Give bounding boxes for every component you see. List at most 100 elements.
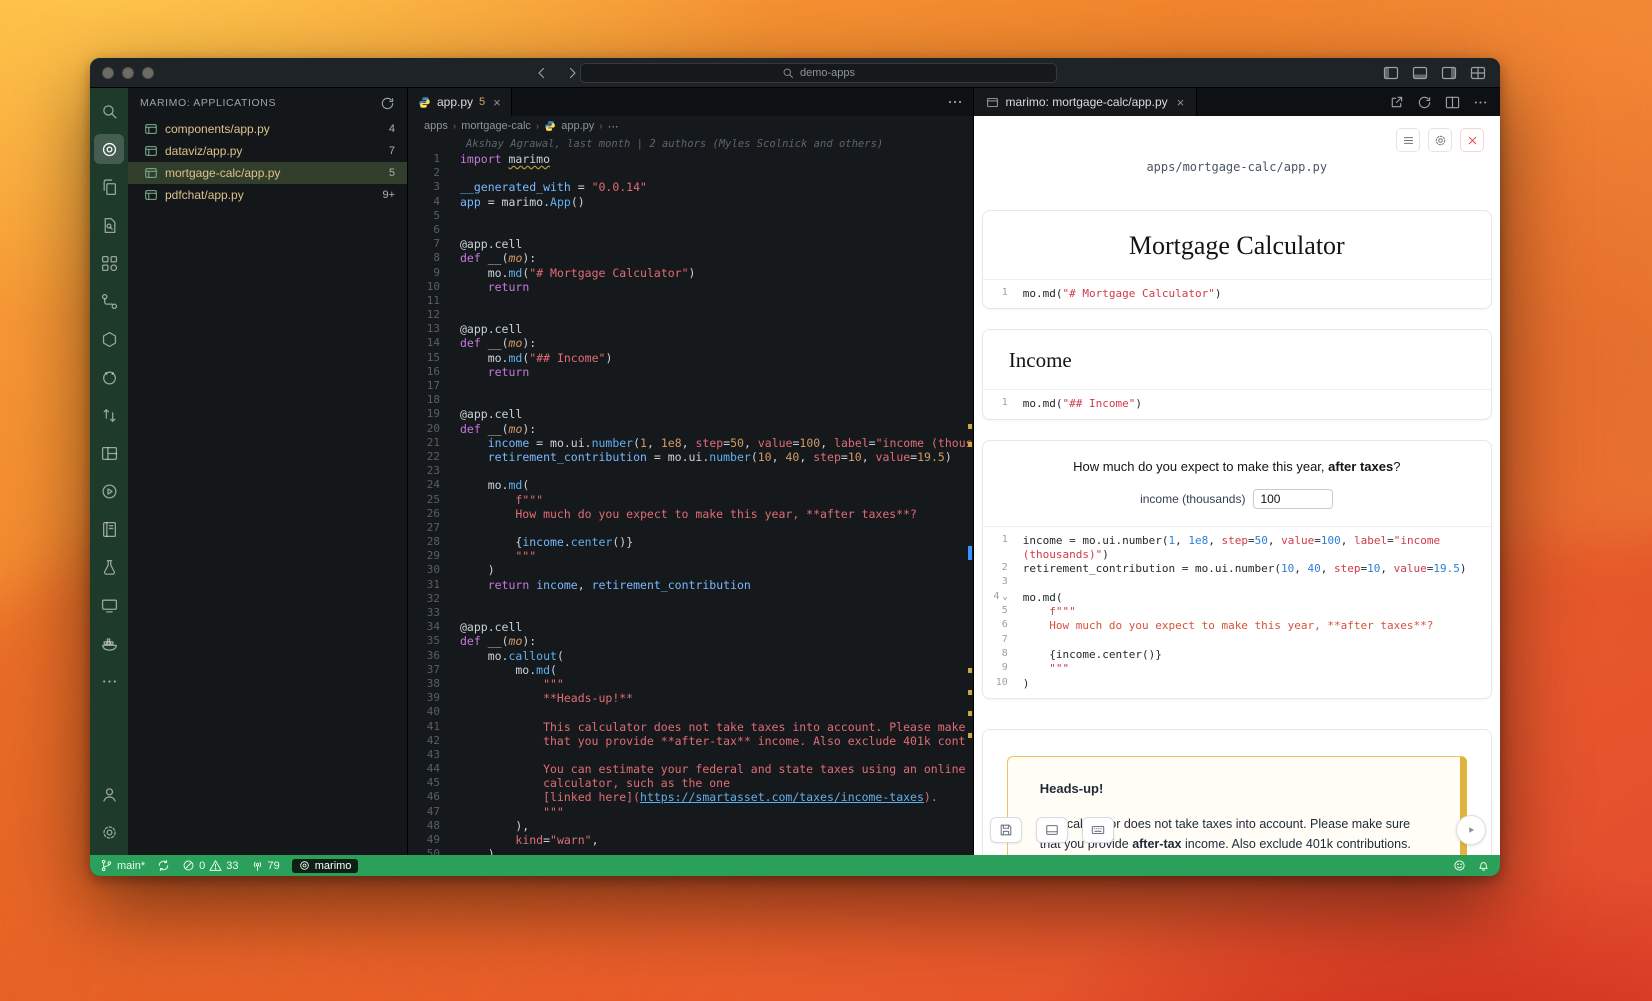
code-line[interactable]: 32 [408, 592, 973, 606]
code-line[interactable]: 44 You can estimate your federal and sta… [408, 762, 973, 776]
code-line[interactable]: 12 [408, 308, 973, 322]
code-line[interactable]: 2 [408, 166, 973, 180]
code-line[interactable]: 3__generated_with = "0.0.14" [408, 180, 973, 194]
code-line[interactable]: 14def __(mo): [408, 336, 973, 350]
code-line[interactable]: 30 ) [408, 563, 973, 577]
toggle-secondary-sidebar-icon[interactable] [1441, 65, 1457, 81]
breadcrumb-symbol[interactable]: ⋯ [608, 120, 619, 133]
code-line[interactable]: 10 return [408, 280, 973, 294]
code-line[interactable]: 20def __(mo): [408, 422, 973, 436]
sidebar-item[interactable]: mortgage-calc/app.py5 [128, 162, 407, 184]
code-line[interactable]: 50 ) [408, 847, 973, 855]
code-line[interactable]: 3 [993, 576, 1481, 590]
code-line[interactable]: 7 [993, 634, 1481, 648]
code-line[interactable]: 41 This calculator does not take taxes i… [408, 720, 973, 734]
bell-icon[interactable] [1477, 859, 1490, 872]
breadcrumb-folder[interactable]: mortgage-calc [461, 120, 531, 132]
code-line[interactable]: 42 that you provide **after-tax** income… [408, 734, 973, 748]
file-search-icon[interactable] [94, 210, 124, 240]
docker-icon[interactable] [94, 628, 124, 658]
forward-icon[interactable] [564, 65, 580, 81]
income-input[interactable] [1253, 489, 1333, 509]
ports-status[interactable]: 79 [251, 859, 280, 872]
breadcrumb-file[interactable]: app.py [561, 120, 594, 132]
keyboard-shortcuts-icon[interactable] [1082, 817, 1114, 843]
feedback-icon[interactable] [1453, 859, 1466, 872]
hexagon-icon[interactable] [94, 324, 124, 354]
code-line[interactable]: 40 [408, 705, 973, 719]
pipeline-icon[interactable] [94, 286, 124, 316]
account-icon[interactable] [94, 779, 124, 809]
zoom-window-button[interactable] [142, 67, 154, 79]
code-line[interactable]: 34@app.cell [408, 620, 973, 634]
code-line[interactable]: 23 [408, 464, 973, 478]
code-line[interactable]: 4⌄mo.md( [993, 591, 1481, 605]
code-line[interactable]: 39 **Heads-up!** [408, 691, 973, 705]
notebook-icon[interactable] [94, 514, 124, 544]
code-line[interactable]: 29 """ [408, 549, 973, 563]
code-line[interactable]: 49 kind="warn", [408, 833, 973, 847]
search-icon[interactable] [94, 96, 124, 126]
layout-icon[interactable] [94, 438, 124, 468]
code-line[interactable]: 1income = mo.ui.number(1, 1e8, step=50, … [993, 534, 1481, 548]
marimo-status-chip[interactable]: marimo [292, 859, 359, 873]
code-line[interactable]: 33 [408, 606, 973, 620]
more-actions-icon[interactable] [1473, 95, 1488, 110]
code-line[interactable]: 26 How much do you expect to make this y… [408, 507, 973, 521]
code-line[interactable]: 1mo.md("## Income") [993, 397, 1481, 411]
sidebar-item[interactable]: pdfchat/app.py9+ [128, 184, 407, 206]
open-external-icon[interactable] [1389, 95, 1404, 110]
sync-status[interactable] [157, 859, 170, 872]
save-icon[interactable] [990, 817, 1022, 843]
code-line[interactable]: (thousands)") [993, 548, 1481, 562]
tab-marimo-preview[interactable]: marimo: mortgage-calc/app.py × [974, 88, 1198, 116]
code-line[interactable]: 48 ), [408, 819, 973, 833]
menu-icon[interactable] [1396, 128, 1420, 152]
code-line[interactable]: 8 {income.center()} [993, 648, 1481, 662]
code-line[interactable]: 1import marimo [408, 152, 973, 166]
marimo-icon[interactable] [94, 134, 124, 164]
code-line[interactable]: 36 mo.callout( [408, 649, 973, 663]
code-line[interactable]: 11 [408, 294, 973, 308]
refresh-icon[interactable] [380, 96, 395, 111]
cell-code[interactable]: 1mo.md("# Mortgage Calculator") [983, 279, 1491, 308]
devices-icon[interactable] [94, 590, 124, 620]
code-line[interactable]: 47 """ [408, 805, 973, 819]
cell-code[interactable]: 1mo.md("## Income") [983, 389, 1491, 418]
back-icon[interactable] [534, 65, 550, 81]
code-line[interactable]: 35def __(mo): [408, 634, 973, 648]
code-line[interactable]: 18 [408, 393, 973, 407]
code-line[interactable]: 37 mo.md( [408, 663, 973, 677]
code-line[interactable]: 6 [408, 223, 973, 237]
code-line[interactable]: 2retirement_contribution = mo.ui.number(… [993, 562, 1481, 576]
command-center-search[interactable]: demo-apps [580, 63, 1057, 83]
sidebar-item[interactable]: components/app.py4 [128, 118, 407, 140]
close-window-button[interactable] [102, 67, 114, 79]
minimize-window-button[interactable] [122, 67, 134, 79]
cell-code[interactable]: 1income = mo.ui.number(1, 1e8, step=50, … [983, 526, 1491, 698]
code-line[interactable]: 1mo.md("# Mortgage Calculator") [993, 287, 1481, 301]
toggle-sidebar-icon[interactable] [1383, 65, 1399, 81]
code-line[interactable]: 28 {income.center()} [408, 535, 973, 549]
code-line[interactable]: 13@app.cell [408, 322, 973, 336]
github-icon[interactable] [94, 362, 124, 392]
code-line[interactable]: 43 [408, 748, 973, 762]
tab-app-py[interactable]: app.py 5 × [408, 88, 512, 116]
code-line[interactable]: 45 calculator, such as the one [408, 776, 973, 790]
code-line[interactable]: 16 return [408, 365, 973, 379]
code-line[interactable]: 22 retirement_contribution = mo.ui.numbe… [408, 450, 973, 464]
toggle-panel-icon[interactable] [1412, 65, 1428, 81]
files-icon[interactable] [94, 172, 124, 202]
code-line[interactable]: 5 [408, 209, 973, 223]
code-line[interactable]: 6 How much do you expect to make this ye… [993, 619, 1481, 633]
compare-icon[interactable] [94, 400, 124, 430]
panel-toggle-icon[interactable] [1036, 817, 1068, 843]
play-circle-icon[interactable] [94, 476, 124, 506]
customize-layout-icon[interactable] [1470, 65, 1486, 81]
shutdown-icon[interactable] [1460, 128, 1484, 152]
code-line[interactable]: 31 return income, retirement_contributio… [408, 578, 973, 592]
code-line[interactable]: 4app = marimo.App() [408, 195, 973, 209]
code-line[interactable]: 24 mo.md( [408, 478, 973, 492]
code-line[interactable]: 9 mo.md("# Mortgage Calculator") [408, 266, 973, 280]
sidebar-item[interactable]: dataviz/app.py7 [128, 140, 407, 162]
